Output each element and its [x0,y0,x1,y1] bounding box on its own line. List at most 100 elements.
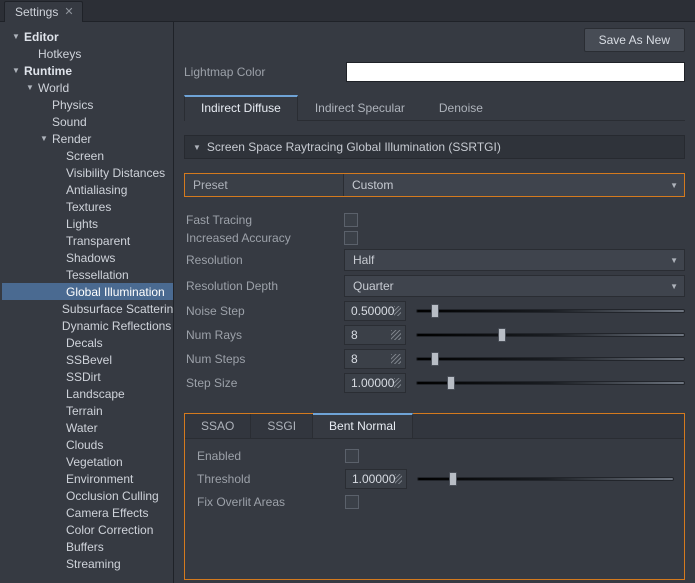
chevron-down-icon[interactable]: ▼ [38,134,50,143]
tree-item[interactable]: ▼Landscape [2,385,173,402]
tree-item[interactable]: ▼Screen [2,147,173,164]
tree-item[interactable]: ▼Sound [2,113,173,130]
row-bn-threshold: Threshold 1.00000 [195,469,674,489]
drag-grip-icon[interactable] [394,378,401,388]
preset-row: Preset Custom ▼ [184,173,685,197]
drag-grip-icon[interactable] [391,330,401,340]
tree-item-label: Color Correction [64,523,153,537]
tree-item[interactable]: ▼Dynamic Reflections [2,317,173,334]
slider-noise-step[interactable] [416,303,685,319]
section-header-ssrtgi[interactable]: ▼ Screen Space Raytracing Global Illumin… [184,135,685,159]
preset-dropdown[interactable]: Custom ▼ [343,174,684,196]
tree-item[interactable]: ▼Camera Effects [2,504,173,521]
tree-item-label: Clouds [64,438,103,452]
value-num-rays: 8 [351,328,358,342]
subtab-ssgi[interactable]: SSGI [251,414,313,438]
tree-item[interactable]: ▼Render [2,130,173,147]
slider-track [416,357,685,361]
window-tab-settings[interactable]: Settings ✕ [4,1,83,22]
tree-item[interactable]: ▼Clouds [2,436,173,453]
lightmap-color-swatch[interactable] [346,62,685,82]
label-num-steps: Num Steps [184,352,342,366]
subtab-ssao[interactable]: SSAO [185,414,251,438]
tree-item[interactable]: ▼SSDirt [2,368,173,385]
tree-item[interactable]: ▼SSBevel [2,351,173,368]
content-area: Save As New Lightmap Color Indirect Diff… [174,22,695,583]
tree-item[interactable]: ▼Color Correction [2,521,173,538]
tree-item[interactable]: ▼Tessellation [2,266,173,283]
tree-item[interactable]: ▼Editor [2,28,173,45]
tab-denoise[interactable]: Denoise [422,95,500,121]
tree-item[interactable]: ▼Textures [2,198,173,215]
ssrtgi-settings: Fast Tracing Increased Accuracy Resoluti… [184,213,685,393]
chevron-down-icon[interactable]: ▼ [10,66,22,75]
tree-item[interactable]: ▼Hotkeys [2,45,173,62]
bent-normal-panel: SSAO SSGI Bent Normal Enabled Threshold … [184,413,685,580]
tree-item[interactable]: ▼Runtime [2,62,173,79]
tree-item-label: Screen [64,149,104,163]
tab-indirect-diffuse[interactable]: Indirect Diffuse [184,95,298,121]
slider-thumb[interactable] [447,376,455,390]
tree-item[interactable]: ▼Global Illumination [2,283,173,300]
tree-item-label: Render [50,132,91,146]
section-title: Screen Space Raytracing Global Illuminat… [207,140,501,154]
dropdown-resolution[interactable]: Half ▼ [344,249,685,271]
slider-thumb[interactable] [449,472,457,486]
tree-item[interactable]: ▼World [2,79,173,96]
subtab-bent-normal[interactable]: Bent Normal [313,413,413,438]
tree-item[interactable]: ▼Water [2,419,173,436]
tree-item-label: Terrain [64,404,103,418]
value-resolution-depth: Quarter [353,279,394,293]
slider-bn-threshold[interactable] [417,471,674,487]
slider-step-size[interactable] [416,375,685,391]
tree-item[interactable]: ▼Physics [2,96,173,113]
input-num-steps[interactable]: 8 [344,349,406,369]
preset-value: Custom [352,178,393,192]
tree-item[interactable]: ▼Vegetation [2,453,173,470]
slider-thumb[interactable] [498,328,506,342]
slider-thumb[interactable] [431,304,439,318]
tree-item[interactable]: ▼Streaming [2,555,173,572]
slider-thumb[interactable] [431,352,439,366]
drag-grip-icon[interactable] [395,474,402,484]
save-as-new-button[interactable]: Save As New [584,28,685,52]
slider-track [416,333,685,337]
chevron-down-icon[interactable]: ▼ [10,32,22,41]
tree-item[interactable]: ▼Lights [2,215,173,232]
chevron-down-icon[interactable]: ▼ [24,83,36,92]
tree-item-label: Editor [22,30,59,44]
checkbox-increased-accuracy[interactable] [344,231,358,245]
tree-item[interactable]: ▼Subsurface Scattering [2,300,173,317]
tree-item[interactable]: ▼Buffers [2,538,173,555]
slider-num-rays[interactable] [416,327,685,343]
tree-item[interactable]: ▼Environment [2,470,173,487]
input-step-size[interactable]: 1.00000 [344,373,406,393]
row-noise-step: Noise Step 0.50000 [184,301,685,321]
tree-item-label: World [36,81,69,95]
label-resolution: Resolution [184,253,342,267]
tree-item-label: Lights [64,217,98,231]
checkbox-fast-tracing[interactable] [344,213,358,227]
checkbox-bn-enabled[interactable] [345,449,359,463]
dropdown-resolution-depth[interactable]: Quarter ▼ [344,275,685,297]
input-num-rays[interactable]: 8 [344,325,406,345]
tree-item[interactable]: ▼Occlusion Culling [2,487,173,504]
settings-tree: ▼Editor▼Hotkeys▼Runtime▼World▼Physics▼So… [2,28,173,572]
checkbox-bn-fix-overlit[interactable] [345,495,359,509]
close-icon[interactable]: ✕ [64,7,73,18]
slider-num-steps[interactable] [416,351,685,367]
drag-grip-icon[interactable] [391,354,401,364]
tree-item[interactable]: ▼Visibility Distances [2,164,173,181]
tree-item-label: Sound [50,115,87,129]
tab-indirect-specular[interactable]: Indirect Specular [298,95,422,121]
tree-item[interactable]: ▼Decals [2,334,173,351]
input-noise-step[interactable]: 0.50000 [344,301,406,321]
tree-item[interactable]: ▼Terrain [2,402,173,419]
input-bn-threshold[interactable]: 1.00000 [345,469,407,489]
tree-item[interactable]: ▼Transparent [2,232,173,249]
row-bn-enabled: Enabled [195,449,674,463]
tree-item[interactable]: ▼Shadows [2,249,173,266]
label-bn-threshold: Threshold [195,472,343,486]
tree-item[interactable]: ▼Antialiasing [2,181,173,198]
drag-grip-icon[interactable] [394,306,401,316]
